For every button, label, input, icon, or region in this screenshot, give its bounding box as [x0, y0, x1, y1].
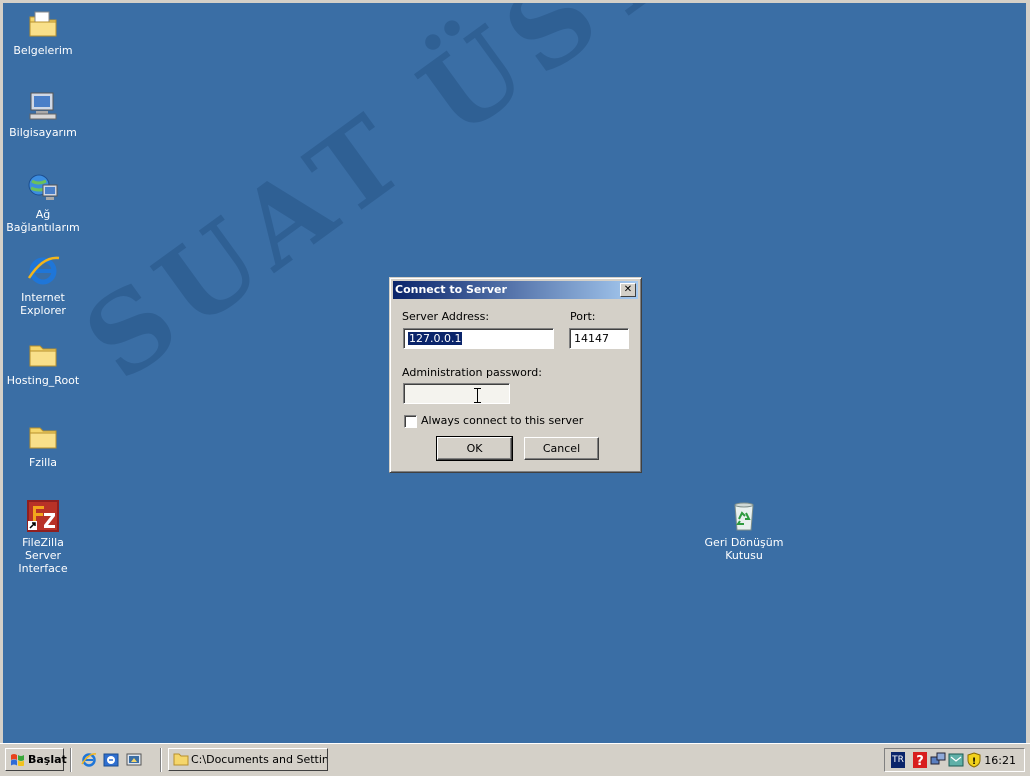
- close-icon: ✕: [623, 284, 633, 295]
- network-connections-icon: [28, 174, 58, 200]
- network-status-icon[interactable]: [930, 752, 946, 768]
- my-computer-icon: [29, 92, 57, 120]
- desktop-icon-geri-donusum-kutusu[interactable]: Geri Dönüşüm Kutusu: [704, 499, 784, 562]
- show-desktop-icon[interactable]: [126, 752, 142, 768]
- internet-explorer-quicklaunch-icon[interactable]: [81, 752, 97, 768]
- server-address-label: Server Address:: [402, 310, 490, 323]
- desktop-icon-label: Belgelerim: [13, 44, 73, 57]
- desktop-icon-filezilla-server-interface[interactable]: FileZilla Server Interface: [3, 499, 83, 575]
- close-button[interactable]: ✕: [620, 283, 636, 297]
- desktop-icon-internet-explorer[interactable]: Internet Explorer: [3, 254, 83, 317]
- filezilla-server-icon: [27, 500, 59, 532]
- folder-icon: [29, 427, 57, 449]
- port-input[interactable]: 14147: [569, 328, 629, 349]
- taskbar-separator: [160, 748, 162, 772]
- windows-logo-icon: [11, 754, 24, 766]
- text-cursor-icon: [474, 388, 481, 403]
- dialog-title: Connect to Server: [395, 283, 507, 296]
- always-connect-label[interactable]: Always connect to this server: [421, 414, 583, 427]
- administration-password-input[interactable]: [403, 383, 510, 404]
- mail-notification-icon[interactable]: [948, 752, 964, 768]
- dialog-titlebar[interactable]: Connect to Server ✕: [393, 281, 638, 299]
- port-value: 14147: [574, 332, 609, 345]
- outlook-express-icon[interactable]: [103, 752, 119, 768]
- taskbar-separator: [70, 748, 72, 772]
- desktop-icon-fzilla[interactable]: Fzilla: [3, 419, 83, 469]
- desktop: SUAT ÜSTKAN Belgelerim Bilgisayarım Ağ B…: [3, 3, 1026, 743]
- connect-to-server-dialog: Connect to Server ✕ Server Address: 127.…: [389, 277, 642, 473]
- help-icon[interactable]: ?: [912, 752, 928, 768]
- server-address-value: 127.0.0.1: [408, 332, 463, 345]
- start-button[interactable]: Başlat: [5, 748, 67, 771]
- svg-text:?: ?: [916, 754, 924, 768]
- desktop-icon-label: Hosting_Root: [6, 374, 80, 387]
- svg-text:!: !: [972, 757, 976, 767]
- desktop-icon-label: Bilgisayarım: [9, 126, 77, 139]
- recycle-bin-icon: [734, 502, 754, 531]
- system-tray: TR ? ! 16:21: [884, 748, 1025, 772]
- clock[interactable]: 16:21: [984, 754, 1016, 767]
- desktop-icon-ag-baglantilarim[interactable]: Ağ Bağlantılarım: [3, 171, 83, 234]
- taskbar-item-label: C:\Documents and Settin...: [191, 753, 328, 766]
- taskbar: Başlat C:\Documents and Settin... TR ? !…: [0, 743, 1030, 776]
- desktop-icon-label: Internet Explorer: [20, 291, 66, 317]
- desktop-icon-bilgisayarim[interactable]: Bilgisayarım: [3, 89, 83, 139]
- administration-password-label: Administration password:: [402, 366, 542, 379]
- start-label: Başlat: [28, 753, 67, 766]
- folder-icon: [173, 753, 189, 766]
- desktop-icon-hosting-root[interactable]: Hosting_Root: [3, 337, 83, 387]
- internet-explorer-icon: [27, 256, 60, 285]
- always-connect-checkbox[interactable]: [404, 415, 417, 428]
- desktop-icon-label: Ağ Bağlantılarım: [6, 208, 80, 234]
- my-documents-folder-icon: [29, 11, 57, 37]
- taskbar-item-documents-and-settings[interactable]: C:\Documents and Settin...: [168, 748, 328, 771]
- ok-button[interactable]: OK: [436, 436, 513, 461]
- desktop-icon-label: Geri Dönüşüm Kutusu: [704, 536, 784, 562]
- language-indicator[interactable]: TR: [891, 752, 905, 768]
- server-address-input[interactable]: 127.0.0.1: [403, 328, 554, 349]
- desktop-icon-label: FileZilla Server Interface: [18, 536, 68, 575]
- desktop-icon-belgelerim[interactable]: Belgelerim: [3, 7, 83, 57]
- folder-icon: [29, 345, 57, 367]
- cancel-button[interactable]: Cancel: [524, 437, 599, 460]
- security-shield-icon[interactable]: !: [966, 752, 982, 768]
- desktop-icon-label: Fzilla: [28, 456, 57, 469]
- port-label: Port:: [570, 310, 596, 323]
